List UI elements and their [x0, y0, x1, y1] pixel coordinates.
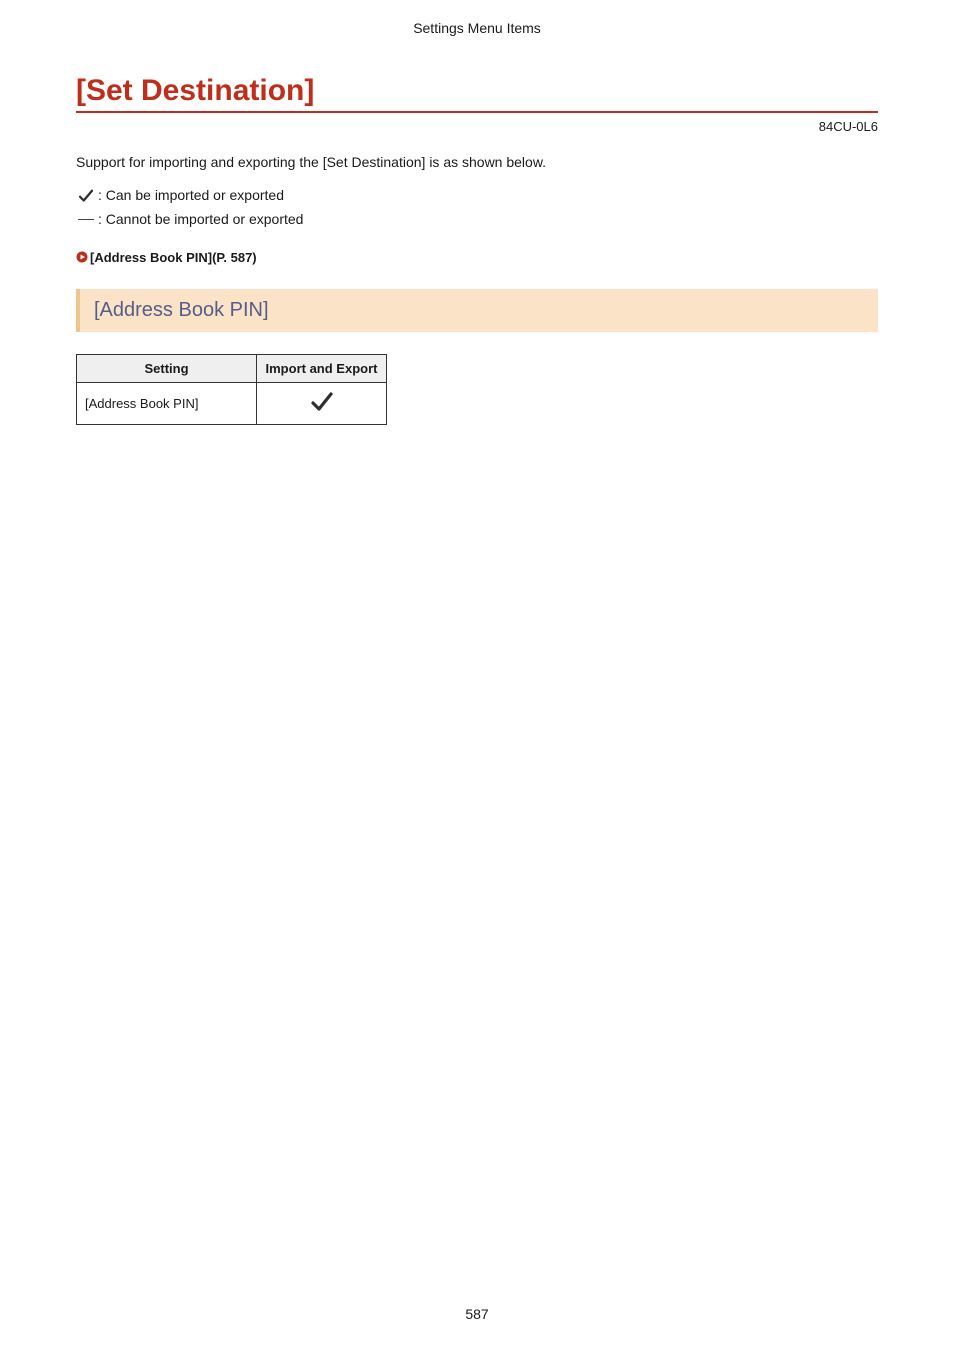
settings-table: Setting Import and Export [Address Book …: [76, 354, 387, 425]
cross-reference-link[interactable]: [Address Book PIN](P. 587): [76, 250, 878, 265]
legend-row-cannot: : Cannot be imported or exported: [76, 208, 878, 232]
page-header-title: Settings Menu Items: [76, 20, 878, 36]
dash-icon: [76, 219, 96, 220]
page-title: [Set Destination]: [76, 74, 878, 113]
check-icon: [310, 402, 334, 417]
check-icon: [76, 187, 96, 205]
page-number: 587: [0, 1306, 954, 1322]
column-header-setting: Setting: [77, 354, 257, 382]
play-bullet-icon: [76, 251, 88, 263]
cross-reference-label: [Address Book PIN](P. 587): [90, 250, 257, 265]
legend: : Can be imported or exported : Cannot b…: [76, 184, 878, 232]
cell-import-export: [257, 382, 387, 424]
legend-row-can: : Can be imported or exported: [76, 184, 878, 208]
document-id: 84CU-0L6: [76, 119, 878, 134]
table-row: [Address Book PIN]: [77, 382, 387, 424]
column-header-import-export: Import and Export: [257, 354, 387, 382]
legend-can-label: : Can be imported or exported: [98, 184, 284, 208]
section-heading: [Address Book PIN]: [76, 289, 878, 332]
cell-setting-name: [Address Book PIN]: [77, 382, 257, 424]
legend-cannot-label: : Cannot be imported or exported: [98, 208, 303, 232]
intro-text: Support for importing and exporting the …: [76, 154, 878, 170]
table-header-row: Setting Import and Export: [77, 354, 387, 382]
